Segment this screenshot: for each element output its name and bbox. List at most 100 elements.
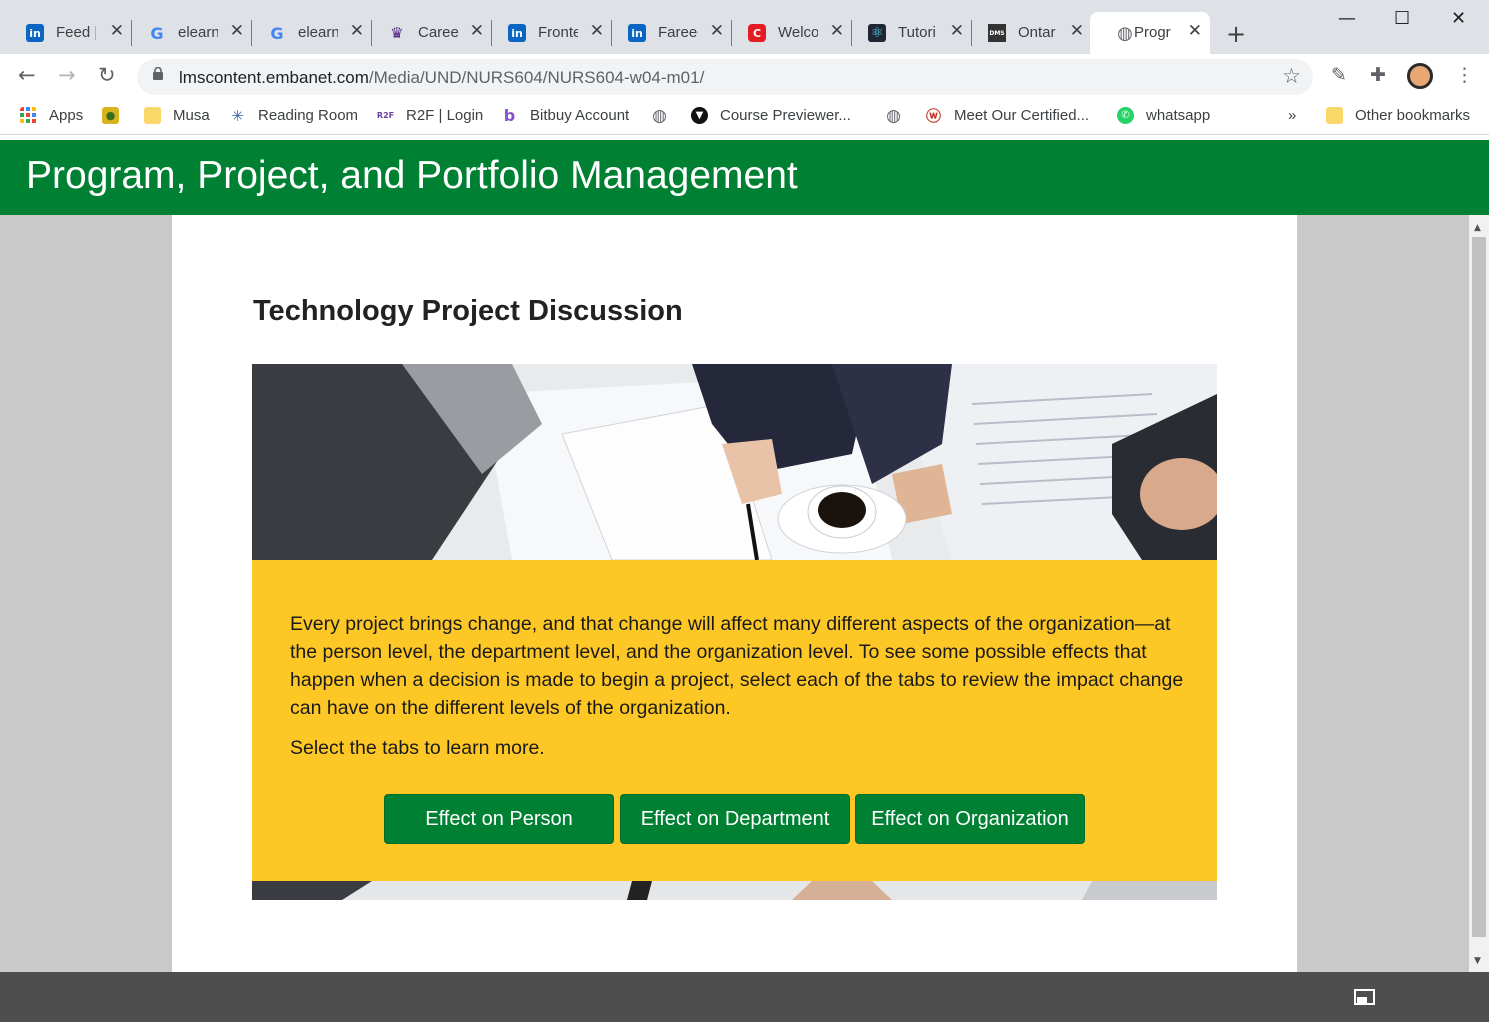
tab-title: elearn	[298, 24, 338, 41]
bookmarks-bar: Apps ● Musa ✳ Reading Room R2F R2F | Log…	[0, 99, 1489, 135]
whatsapp-icon: ✆	[1117, 107, 1134, 124]
browser-tab[interactable]: C Welco ✕	[722, 12, 852, 54]
google-icon: G	[150, 23, 164, 43]
tab-strip: in Feed | ✕ G elearn ✕ G elearn ✕ ♛ Care…	[0, 0, 1489, 54]
vertical-scrollbar[interactable]: ▲ ▼	[1469, 215, 1489, 972]
bookmark-label: Course Previewer...	[720, 107, 851, 124]
bookmark-label: Other bookmarks	[1355, 107, 1471, 124]
bookmark-globe[interactable]: ◍	[885, 105, 914, 126]
eyedropper-extension-icon[interactable]: ✎	[1331, 64, 1347, 86]
globe-icon: ◍	[886, 105, 901, 126]
google-icon: G	[270, 23, 284, 43]
bookmarks-overflow-button[interactable]: »	[1288, 107, 1296, 124]
bookmark-meet-our-certified[interactable]: ⓦ Meet Our Certified...	[925, 107, 1090, 125]
apps-grid-icon	[20, 107, 36, 123]
course-title: Program, Project, and Portfolio Manageme…	[26, 154, 798, 197]
bookmark-apps[interactable]: Apps	[20, 107, 83, 124]
browser-tab[interactable]: in Fareed ✕	[602, 12, 732, 54]
turtle-icon: ●	[102, 107, 119, 124]
browser-tab[interactable]: in Fronte ✕	[482, 12, 612, 54]
r2f-icon: R2F	[376, 111, 395, 120]
globe-icon: ◍	[652, 105, 667, 126]
profile-avatar[interactable]	[1407, 63, 1433, 89]
tab-effect-on-person[interactable]: Effect on Person	[384, 794, 614, 844]
bitbuy-icon: b	[503, 106, 516, 125]
bookmark-label: Apps	[49, 107, 84, 124]
tab-title: Progr	[1134, 24, 1171, 41]
picture-in-picture-icon[interactable]	[1354, 989, 1375, 1005]
globe-icon: ◍	[1117, 22, 1133, 44]
bookmark-star-icon[interactable]: ☆	[1282, 64, 1301, 88]
site-header: Program, Project, and Portfolio Manageme…	[0, 140, 1489, 215]
folder-icon	[144, 107, 161, 124]
tab-title: Tutori	[898, 24, 936, 41]
browser-tab[interactable]: ⚛ Tutori ✕	[842, 12, 972, 54]
bookmark-bitbuy[interactable]: b Bitbuy Account	[501, 106, 629, 125]
browser-tab[interactable]: in Feed | ✕	[0, 12, 132, 54]
bookmark-label: Meet Our Certified...	[954, 107, 1090, 124]
react-icon: ⚛	[868, 24, 886, 42]
bookmark-r2f-login[interactable]: R2F R2F | Login	[377, 107, 483, 124]
intro-panel: Every project brings change, and that ch…	[252, 560, 1217, 881]
address-bar[interactable]: lmscontent.embanet.com/Media/UND/NURS604…	[137, 59, 1313, 95]
scroll-up-arrow-icon[interactable]: ▲	[1474, 223, 1481, 233]
lock-icon[interactable]	[153, 67, 163, 80]
new-tab-button[interactable]: +	[1226, 20, 1246, 48]
menu-kebab-icon[interactable]: ⋮	[1455, 64, 1474, 86]
browser-tab-active[interactable]: ◍ Progr ✕	[1090, 12, 1210, 54]
bookmark-musa[interactable]: Musa	[144, 107, 210, 124]
tab-effect-on-organization[interactable]: Effect on Organization	[855, 794, 1085, 844]
tab-title: Fronte	[538, 24, 578, 41]
extensions-puzzle-icon[interactable]: ✚	[1370, 64, 1386, 86]
back-button[interactable]: ←	[18, 63, 36, 87]
bottom-bar	[0, 972, 1489, 1022]
bookmark-course-previewer[interactable]: ▼ Course Previewer...	[691, 107, 851, 124]
folder-icon	[1326, 107, 1343, 124]
bookmark-reading-room[interactable]: ✳ Reading Room	[229, 107, 359, 125]
browser-tab[interactable]: G elearn ✕	[242, 12, 372, 54]
url-host: lmscontent.embanet.com	[179, 68, 369, 87]
page-title: Technology Project Discussion	[253, 295, 683, 327]
bookmark-whatsapp[interactable]: ✆ whatsapp	[1117, 107, 1210, 124]
dms-icon: DMS	[988, 24, 1006, 42]
western-shield-icon: ♛	[390, 24, 404, 42]
content-panel: Technology Project Discussion Every proj…	[172, 215, 1297, 972]
maximize-button[interactable]: ☐	[1394, 8, 1410, 29]
tab-effect-on-department[interactable]: Effect on Department	[620, 794, 850, 844]
tab-title: Career	[418, 24, 458, 41]
bookmark-other-bookmarks[interactable]: Other bookmarks	[1326, 107, 1470, 124]
url-text: lmscontent.embanet.com/Media/UND/NURS604…	[179, 68, 704, 88]
browser-toolbar: ← → ↻ lmscontent.embanet.com/Media/UND/N…	[0, 54, 1489, 99]
url-path: /Media/UND/NURS604/NURS604-w04-m01/	[368, 68, 705, 87]
bookmark-label: Reading Room	[258, 107, 359, 124]
tab-title: elearn	[178, 24, 218, 41]
instruction-text: Select the tabs to learn more.	[290, 737, 545, 759]
intro-text: Every project brings change, and that ch…	[290, 613, 1184, 719]
browser-tab[interactable]: ♛ Career ✕	[362, 12, 492, 54]
close-tab-icon[interactable]: ✕	[1188, 21, 1202, 41]
reload-button[interactable]: ↻	[98, 63, 116, 87]
bookmark-label: whatsapp	[1146, 107, 1211, 124]
c-logo-icon: C	[748, 24, 766, 42]
browser-tab[interactable]: DMS Ontar ✕	[962, 12, 1092, 54]
course-previewer-icon: ▼	[691, 107, 708, 124]
bookmark-label: Musa	[173, 107, 210, 124]
forward-button[interactable]: →	[58, 63, 76, 87]
browser-tab[interactable]: G elearn ✕	[122, 12, 252, 54]
tab-title: Feed |	[56, 24, 96, 41]
bookmark-globe[interactable]: ◍	[651, 105, 680, 126]
tab-title: Ontar	[1018, 24, 1056, 41]
minimize-button[interactable]: —	[1338, 8, 1356, 29]
bookmark-label: R2F | Login	[406, 107, 484, 124]
close-window-button[interactable]: ✕	[1451, 8, 1466, 29]
bookmark-turtle[interactable]: ●	[102, 107, 131, 124]
tab-title: Fareed	[658, 24, 698, 41]
linkedin-icon: in	[628, 24, 646, 42]
linkedin-icon: in	[26, 24, 44, 42]
scrollbar-thumb[interactable]	[1472, 237, 1486, 937]
overflow-chevron-icon: »	[1288, 107, 1297, 124]
meet-icon: ⓦ	[925, 107, 941, 125]
page-viewport: Program, Project, and Portfolio Manageme…	[0, 140, 1489, 972]
close-tab-icon[interactable]: ✕	[1070, 21, 1084, 41]
scroll-down-arrow-icon[interactable]: ▼	[1474, 956, 1481, 966]
